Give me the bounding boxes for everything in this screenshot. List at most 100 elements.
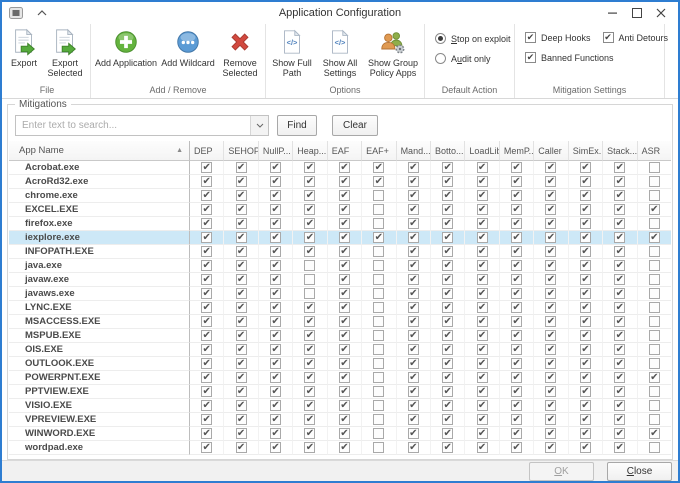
mitigation-cell[interactable] <box>396 371 430 385</box>
checkbox-checked-icon[interactable] <box>545 232 556 243</box>
mitigation-cell[interactable] <box>189 371 223 385</box>
checkbox-checked-icon[interactable] <box>236 218 247 229</box>
checkbox-checked-icon[interactable] <box>270 232 281 243</box>
checkbox-checked-icon[interactable] <box>580 204 591 215</box>
app-row-name[interactable]: javaw.exe <box>9 273 189 287</box>
checkbox-checked-icon[interactable] <box>270 386 281 397</box>
checkbox-checked-icon[interactable] <box>545 218 556 229</box>
mitigation-cell[interactable] <box>396 301 430 315</box>
checkbox-checked-icon[interactable] <box>614 302 625 313</box>
checkbox-checked-icon[interactable] <box>201 218 212 229</box>
checkbox-checked-icon[interactable] <box>614 162 625 173</box>
checkbox-unchecked-icon[interactable] <box>649 246 660 257</box>
mitigation-cell[interactable] <box>430 259 464 273</box>
app-row-name[interactable]: javaws.exe <box>9 287 189 301</box>
checkbox-checked-icon[interactable] <box>545 246 556 257</box>
checkbox-checked-icon[interactable] <box>614 330 625 341</box>
checkbox-unchecked-icon[interactable] <box>649 260 660 271</box>
checkbox-checked-icon[interactable] <box>304 302 315 313</box>
checkbox-checked-icon[interactable] <box>511 442 522 453</box>
mitigation-cell[interactable] <box>568 343 602 357</box>
checkbox-checked-icon[interactable] <box>304 442 315 453</box>
mitigation-cell[interactable] <box>430 371 464 385</box>
mitigation-cell[interactable] <box>396 189 430 203</box>
checkbox-checked-icon[interactable] <box>580 386 591 397</box>
checkbox-checked-icon[interactable] <box>236 176 247 187</box>
mitigation-cell[interactable] <box>464 175 498 189</box>
mitigation-cell[interactable] <box>189 315 223 329</box>
checkbox-checked-icon[interactable] <box>270 246 281 257</box>
mitigation-cell[interactable] <box>292 231 326 245</box>
mitigation-cell[interactable] <box>568 357 602 371</box>
mitigation-cell[interactable] <box>189 357 223 371</box>
checkbox-checked-icon[interactable] <box>339 218 350 229</box>
mitigation-cell[interactable] <box>637 343 671 357</box>
checkbox-checked-icon[interactable] <box>580 218 591 229</box>
mitigation-cell[interactable] <box>292 273 326 287</box>
mitigation-cell[interactable] <box>533 343 567 357</box>
checkbox-checked-icon[interactable] <box>442 428 453 439</box>
checkbox-checked-icon[interactable] <box>511 190 522 201</box>
checkbox-checked-icon[interactable] <box>580 176 591 187</box>
checkbox-checked-icon[interactable] <box>442 344 453 355</box>
export-button[interactable]: Export <box>6 26 42 68</box>
mitigation-cell[interactable] <box>361 343 395 357</box>
mitigation-cell[interactable] <box>637 315 671 329</box>
mitigation-cell[interactable] <box>602 203 636 217</box>
checkbox-checked-icon[interactable] <box>270 428 281 439</box>
checkbox-checked-icon[interactable] <box>580 442 591 453</box>
checkbox-checked-icon[interactable] <box>580 414 591 425</box>
checkbox-checked-icon[interactable] <box>408 372 419 383</box>
checkbox-unchecked-icon[interactable] <box>649 176 660 187</box>
mitigation-cell[interactable] <box>361 371 395 385</box>
checkbox-checked-icon[interactable] <box>270 344 281 355</box>
app-row-name[interactable]: WINWORD.EXE <box>9 427 189 441</box>
mitigation-cell[interactable] <box>602 371 636 385</box>
checkbox-checked-icon[interactable] <box>304 162 315 173</box>
checkbox-checked-icon[interactable] <box>477 162 488 173</box>
mitigation-cell[interactable] <box>568 175 602 189</box>
checkbox-checked-icon[interactable] <box>270 218 281 229</box>
mitigation-cell[interactable] <box>327 231 361 245</box>
checkbox-checked-icon[interactable] <box>442 190 453 201</box>
mitigation-cell[interactable] <box>396 273 430 287</box>
mitigation-cell[interactable] <box>464 413 498 427</box>
mitigation-cell[interactable] <box>464 287 498 301</box>
checkbox-checked-icon[interactable] <box>339 386 350 397</box>
mitigation-cell[interactable] <box>637 441 671 455</box>
mitigation-cell[interactable] <box>361 357 395 371</box>
checkbox-unchecked-icon[interactable] <box>304 288 315 299</box>
checkbox-unchecked-icon[interactable] <box>373 428 384 439</box>
mitigation-cell[interactable] <box>396 315 430 329</box>
checkbox-checked-icon[interactable] <box>511 428 522 439</box>
checkbox-checked-icon[interactable] <box>236 414 247 425</box>
mitigation-cell[interactable] <box>464 301 498 315</box>
checkbox-checked-icon[interactable] <box>408 218 419 229</box>
mitigation-cell[interactable] <box>189 161 223 175</box>
ok-button[interactable]: OK <box>529 462 594 481</box>
checkbox-unchecked-icon[interactable] <box>373 442 384 453</box>
mitigation-cell[interactable] <box>602 259 636 273</box>
checkbox-checked-icon[interactable] <box>236 400 247 411</box>
mitigation-cell[interactable] <box>637 385 671 399</box>
checkbox-checked-icon[interactable] <box>408 316 419 327</box>
mitigation-cell[interactable] <box>533 371 567 385</box>
checkbox-checked-icon[interactable] <box>304 218 315 229</box>
checkbox-checked-icon[interactable] <box>304 316 315 327</box>
mitigation-cell[interactable] <box>533 301 567 315</box>
mitigation-cell[interactable] <box>568 217 602 231</box>
mitigation-cell[interactable] <box>499 315 533 329</box>
mitigation-cell[interactable] <box>602 357 636 371</box>
mitigation-cell[interactable] <box>533 315 567 329</box>
mitigation-cell[interactable] <box>327 189 361 203</box>
checkbox-checked-icon[interactable] <box>580 260 591 271</box>
checkbox-checked-icon[interactable] <box>270 372 281 383</box>
checkbox-checked-icon[interactable] <box>408 330 419 341</box>
mitigation-cell[interactable] <box>361 203 395 217</box>
mitigation-cell[interactable] <box>292 189 326 203</box>
checkbox-checked-icon[interactable] <box>477 218 488 229</box>
mitigation-cell[interactable] <box>189 385 223 399</box>
checkbox-checked-icon[interactable] <box>236 246 247 257</box>
checkbox-checked-icon[interactable] <box>511 288 522 299</box>
checkbox-checked-icon[interactable] <box>408 358 419 369</box>
